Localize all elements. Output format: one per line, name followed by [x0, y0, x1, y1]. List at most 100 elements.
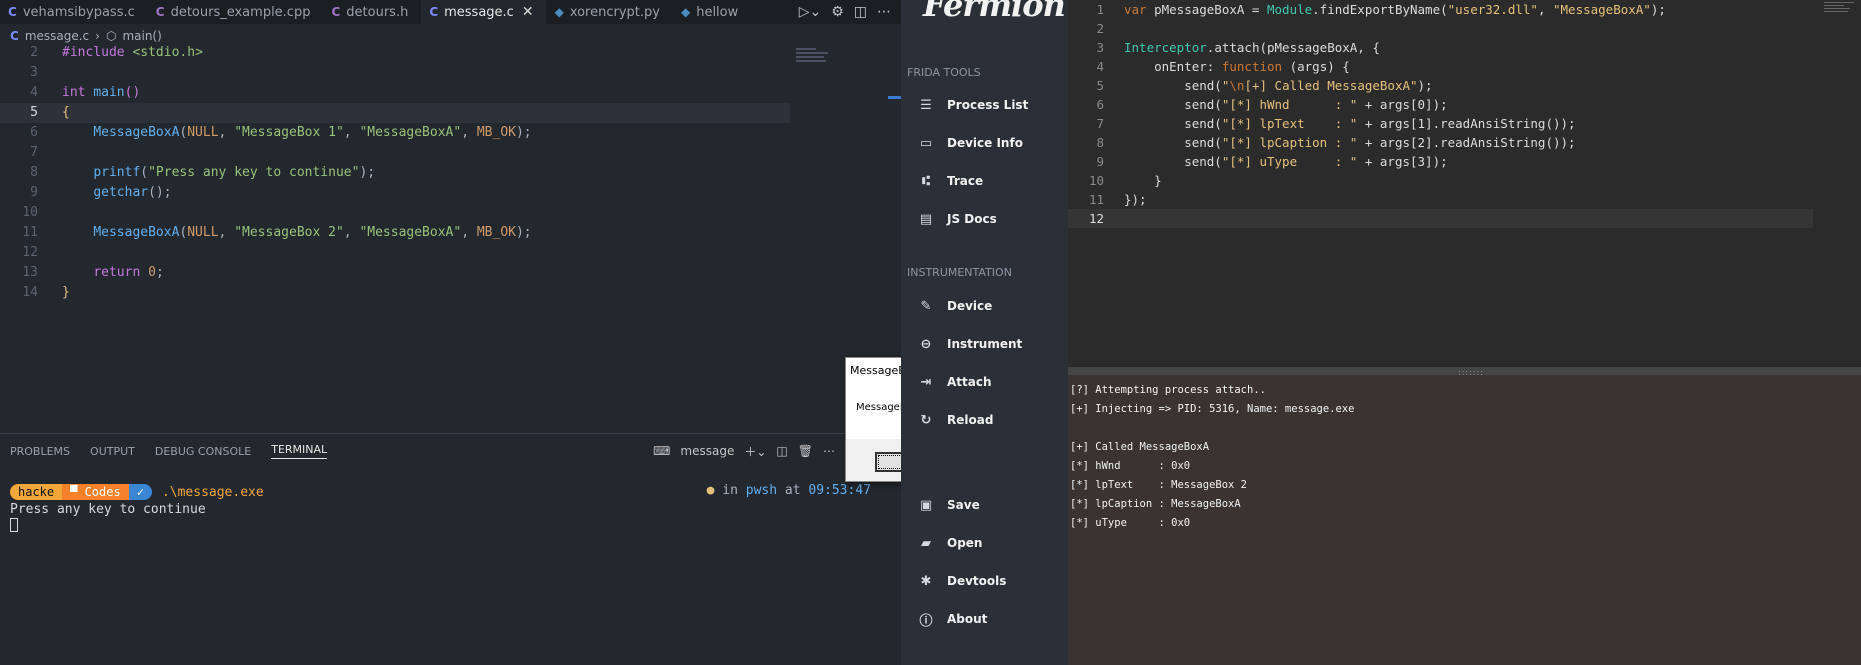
trace-icon: ⑆ [922, 173, 930, 189]
terminal-toolbar: ⌨ message ＋⌄ ◫ 🗑 ⋯ [653, 441, 835, 461]
terminal-prompt: hacke ▀ Codes ✓ .\message.exe ● in pwsh at… [0, 483, 901, 501]
python-file-icon: ◆ [680, 5, 691, 19]
tab-detours-h[interactable]: Cdetours.h [323, 0, 422, 24]
nav-device-info[interactable]: ▭ Device Info [917, 133, 1023, 153]
nav-js-docs[interactable]: ▤ JS Docs [917, 209, 997, 229]
code-line: 3 Interceptor.attach(pMessageBoxA, { [1096, 40, 1380, 55]
console-line: [+] Called MessageBoxA [1070, 441, 1210, 453]
terminal-name[interactable]: message [680, 444, 734, 458]
prompt-folder: ▀ Codes [62, 484, 129, 500]
more-actions-icon[interactable]: ⋯ [823, 444, 835, 458]
code-line: 4 int main() [30, 85, 141, 100]
code-line: 10 [22, 205, 38, 220]
h-file-icon: C [331, 5, 341, 19]
nav-instrument[interactable]: ⊖ Instrument [917, 334, 1023, 354]
code-line-current: 5{ [0, 103, 790, 123]
c-file-icon: C [8, 5, 17, 19]
pencil-icon: ✎ [920, 298, 932, 314]
fermion-output-console: [?] Attempting process attach.. [+] Inje… [1068, 375, 1861, 665]
editor-tab-bar: Cvehamsibypass.c Cdetours_example.cpp Cd… [0, 0, 901, 24]
terminal-icon: ⌨ [653, 444, 671, 458]
instrument-icon: ⊖ [920, 336, 932, 352]
nav-trace[interactable]: ⑆ Trace [917, 171, 983, 191]
fermion-script-editor[interactable]: 1 var pMessageBoxA = Module.findExportByN… [1068, 0, 1861, 367]
code-line: 5 send("\n[+] Called MessageBoxA"); [1096, 78, 1433, 93]
run-debug-icon[interactable]: ▷⌄ [799, 4, 822, 20]
code-editor[interactable]: 2 #include <stdio.h> 3 4 int main() 5{ 6 M… [0, 43, 790, 303]
save-icon: ▣ [919, 497, 933, 513]
list-icon: ☰ [920, 97, 932, 113]
nav-devtools[interactable]: ✱ Devtools [917, 571, 1007, 591]
code-line: 11}); [1088, 192, 1147, 207]
nav-about[interactable]: ⓘ About [917, 609, 987, 629]
tab-detours-example[interactable]: Cdetours_example.cpp [148, 0, 324, 24]
folder-icon: ▀ [70, 485, 85, 499]
script-code: 1 var pMessageBoxA = Module.findExportByN… [1068, 0, 1813, 228]
code-line: 13 return 0; [22, 265, 164, 280]
editor-actions: ▷⌄ ⚙ ◫ ⋯ [792, 0, 891, 24]
terminal-command: .\message.exe [161, 484, 264, 500]
nav-save[interactable]: ▣ Save [917, 495, 980, 515]
code-line-current: 12 [1068, 209, 1813, 228]
nav-attach[interactable]: ⇥ Attach [917, 372, 992, 392]
editor-console-splitter[interactable]: ::::::: [1068, 367, 1861, 377]
prompt-user: hacke [10, 484, 63, 500]
info-icon: ⓘ [919, 613, 933, 629]
code-line: 11 MessageBoxA(NULL, "MessageBox 2", "Me… [22, 225, 532, 240]
split-editor-icon[interactable]: ◫ [854, 4, 867, 20]
cube-icon: ⬡ [105, 29, 117, 43]
code-line: 7 [30, 145, 38, 160]
minimap[interactable] [1824, 2, 1858, 16]
console-line: [?] Attempting process attach.. [1070, 384, 1266, 396]
console-line: [*] lpCaption : MessageBoxA [1070, 498, 1241, 510]
c-file-icon: C [10, 29, 19, 43]
bug-icon: ✱ [920, 573, 932, 589]
code-line: 2 [1096, 21, 1104, 36]
code-line: 1 var pMessageBoxA = Module.findExportByN… [1096, 2, 1666, 17]
console-line: [+] Injecting => PID: 5316, Name: messag… [1070, 403, 1355, 415]
gear-icon[interactable]: ⚙ [831, 4, 844, 20]
tab-xorencrypt[interactable]: ◆ xorencrypt.py [547, 0, 673, 24]
nav-process-list[interactable]: ☰ Process List [917, 95, 1028, 115]
tab-hellow[interactable]: ◆ hellow [673, 0, 752, 24]
nav-open[interactable]: ▰ Open [917, 533, 982, 553]
terminal[interactable]: hacke ▀ Codes ✓ .\message.exe ● in pwsh at… [0, 483, 901, 536]
breadcrumb-symbol[interactable]: main() [122, 29, 161, 43]
right-prompt: ● in pwsh at 09:53:47 [706, 483, 871, 498]
new-terminal-icon[interactable]: ＋⌄ [744, 443, 766, 460]
trash-icon[interactable]: 🗑 [798, 444, 813, 458]
scrollbar-marker[interactable] [888, 96, 901, 99]
code-line: 12 [22, 245, 38, 260]
tab-problems[interactable]: PROBLEMS [10, 445, 70, 458]
tab-message-c[interactable]: Cmessage.c ✕ [421, 0, 547, 24]
book-icon: ▤ [919, 211, 933, 227]
minimap[interactable] [796, 48, 832, 78]
close-tab-icon[interactable]: ✕ [522, 4, 534, 20]
fermion-sidebar: Fermion FRIDA TOOLS ☰ Process List ▭ Devic… [901, 0, 1068, 665]
code-line: 8 printf("Press any key to continue"); [30, 165, 376, 180]
chevron-right-icon: › [95, 29, 100, 43]
python-file-icon: ◆ [554, 5, 564, 19]
dot-icon: ● [706, 483, 723, 498]
monitor-icon: ▭ [919, 135, 933, 151]
more-actions-icon[interactable]: ⋯ [877, 4, 891, 20]
tab-vehamsibypass[interactable]: Cvehamsibypass.c [0, 0, 148, 24]
nav-reload[interactable]: ↻ Reload [917, 410, 994, 430]
tab-debug-console[interactable]: DEBUG CONSOLE [155, 445, 251, 458]
console-line: [*] lpText : MessageBox 2 [1070, 479, 1248, 491]
tab-terminal[interactable]: TERMINAL [271, 443, 328, 459]
panel-divider[interactable] [0, 433, 901, 434]
tab-output[interactable]: OUTPUT [90, 445, 135, 458]
nav-device[interactable]: ✎ Device [917, 296, 993, 316]
split-terminal-icon[interactable]: ◫ [776, 444, 787, 458]
breadcrumb-file[interactable]: message.c [25, 29, 89, 43]
code-line: 9 send("[*] uType : " + args[3]); [1096, 154, 1448, 169]
section-frida-tools: FRIDA TOOLS [907, 66, 981, 79]
folder-icon: ▰ [921, 535, 931, 551]
cpp-file-icon: C [155, 5, 165, 19]
code-line: 6 MessageBoxA(NULL, "MessageBox 1", "Mes… [30, 125, 532, 140]
console-line: [*] uType : 0x0 [1070, 517, 1191, 529]
console-line: [*] hWnd : 0x0 [1070, 460, 1191, 472]
code-line: 10 } [1088, 173, 1162, 188]
